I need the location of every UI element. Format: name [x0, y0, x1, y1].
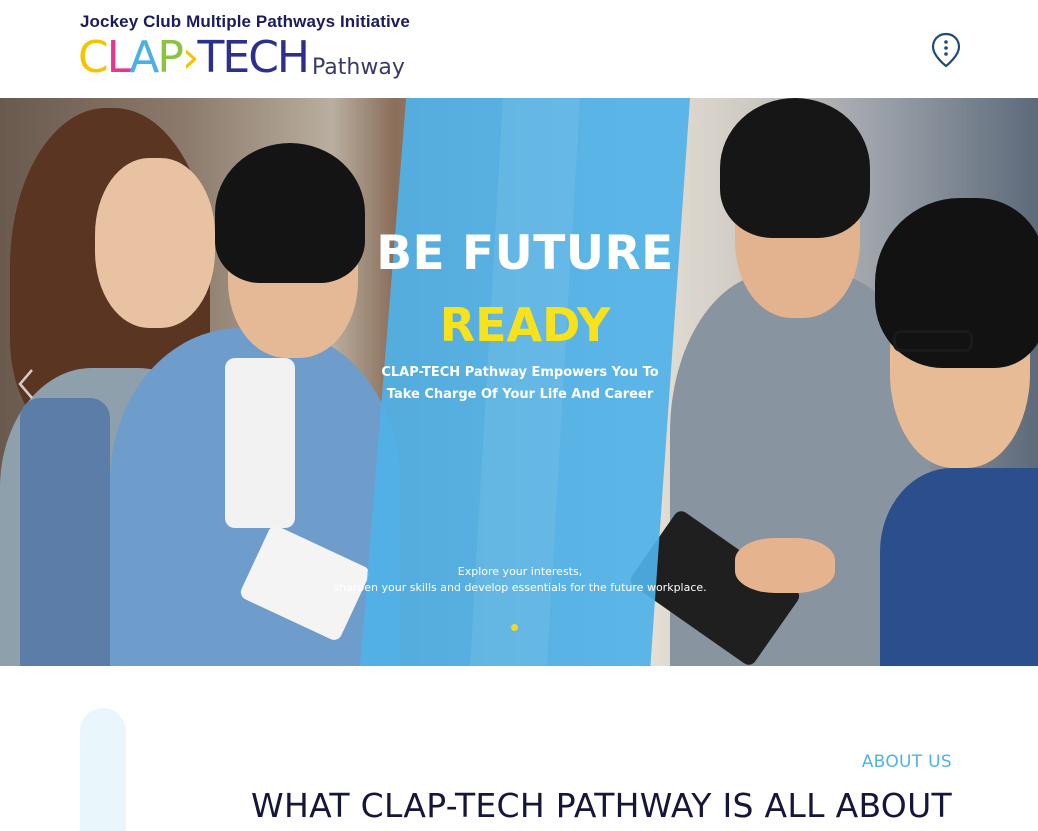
hero-desc-line2: sharpen your skills and develop essentia… — [333, 581, 707, 594]
photo-hand — [735, 538, 835, 593]
hero-title-line2: READY — [439, 298, 611, 352]
chevron-left-icon[interactable] — [12, 364, 40, 404]
photo-person-2-hair — [215, 143, 365, 283]
photo-person-1-face — [95, 158, 215, 328]
logo-chevron: › — [181, 32, 200, 83]
logo-letter-l: L — [106, 32, 131, 83]
hero-description: Explore your interests, sharpen your ski… — [320, 564, 720, 596]
photo-person-1-shirt — [20, 398, 110, 666]
logo-wordmark: CLAP›TECH — [78, 32, 310, 84]
carousel-dot-active[interactable] — [511, 624, 518, 631]
photo-person-3-hair — [720, 98, 870, 238]
hero-desc-line1: Explore your interests, — [457, 565, 583, 578]
claptech-logo[interactable]: CLAP›TECH Pathway — [78, 32, 405, 84]
logo-pathway: Pathway — [312, 55, 405, 80]
about-decoration — [80, 708, 126, 831]
carousel-indicators — [511, 624, 518, 631]
org-title: Jockey Club Multiple Pathways Initiative — [80, 12, 410, 31]
logo-tech: TECH — [197, 32, 310, 83]
photo-glasses — [893, 330, 973, 352]
hero-subtitle-line1: CLAP-TECH Pathway Empowers You To — [381, 365, 659, 380]
logo-letter-a: A — [129, 32, 159, 83]
site-header: Jockey Club Multiple Pathways Initiative… — [0, 0, 1038, 98]
hero-banner: BE FUTURE READY CLAP-TECH Pathway Empowe… — [0, 98, 1038, 666]
about-kicker: ABOUT US — [861, 752, 952, 772]
about-heading: WHAT CLAP-TECH PATHWAY IS ALL ABOUT — [251, 786, 952, 825]
photo-person-2-tee — [225, 358, 295, 528]
hero-subtitle: CLAP-TECH Pathway Empowers You To Take C… — [370, 362, 670, 406]
logo-letter-c: C — [78, 32, 109, 83]
hero-title-line1: BE FUTURE — [376, 226, 674, 281]
map-pin-menu-icon[interactable] — [931, 32, 961, 68]
hero-subtitle-line2: Take Charge Of Your Life And Career — [386, 387, 654, 402]
photo-person-4-body — [880, 468, 1038, 666]
logo-letter-p: P — [157, 32, 184, 83]
